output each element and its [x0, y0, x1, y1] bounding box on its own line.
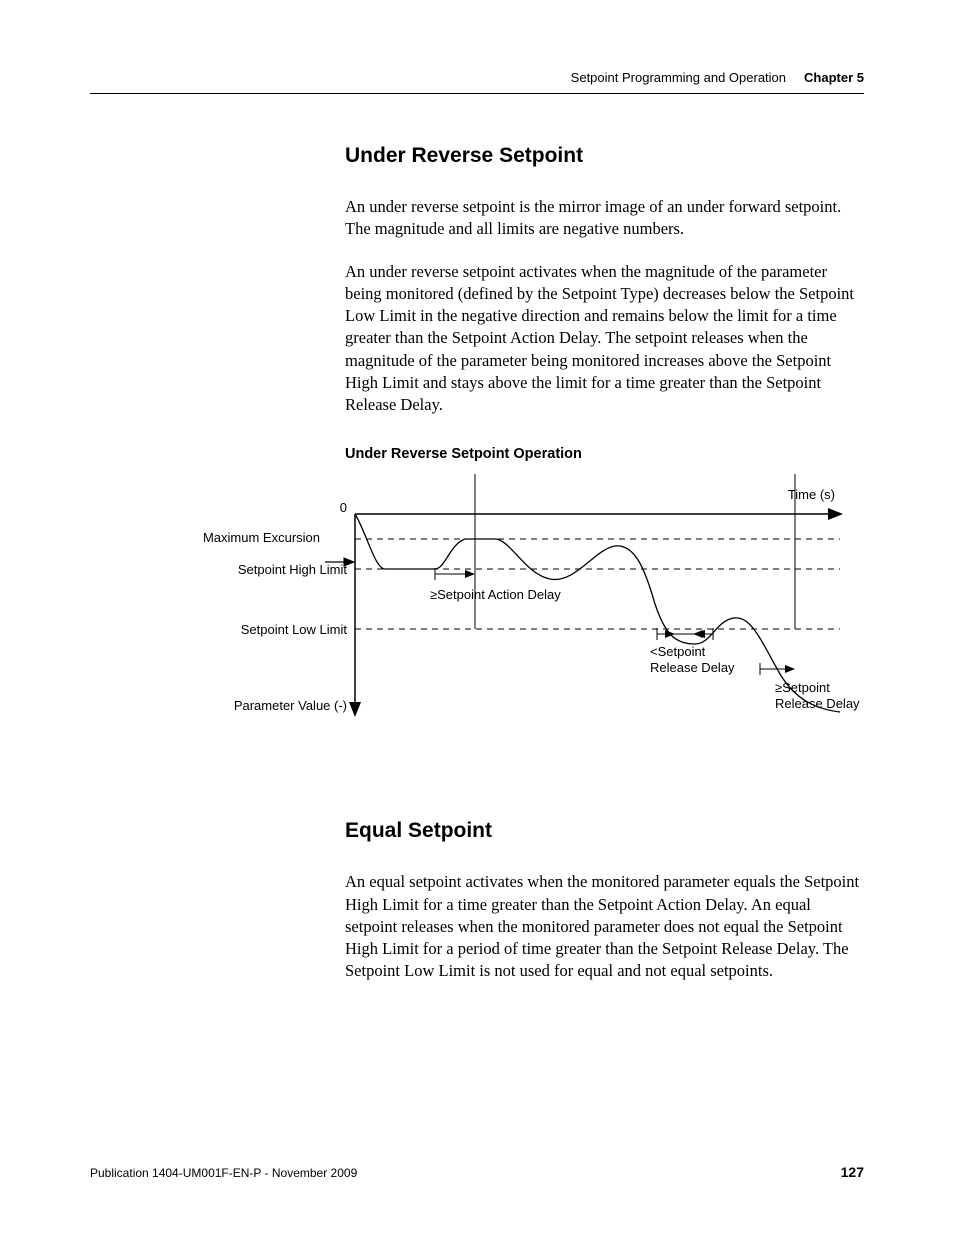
label-parameter-value: Parameter Value (-): [234, 698, 347, 713]
page-footer: Publication 1404-UM001F-EN-P - November …: [90, 1164, 864, 1180]
svg-text:Time (s): Time (s): [788, 487, 835, 502]
label-high-limit: Setpoint High Limit: [238, 562, 347, 577]
header-chapter: Chapter 5: [804, 70, 864, 85]
label-max-excursion: Maximum Excursion: [203, 530, 320, 545]
page-header: Setpoint Programming and Operation Chapt…: [90, 70, 864, 94]
footer-page-number: 127: [841, 1164, 864, 1180]
para-under-reverse-2: An under reverse setpoint activates when…: [345, 261, 864, 417]
footer-publication: Publication 1404-UM001F-EN-P - November …: [90, 1166, 357, 1180]
diagram-under-reverse: Setpoint Activated Setpoint Deactivated …: [95, 474, 875, 749]
label-time: Time (s): [788, 487, 835, 502]
label-lt-release-2: Release Delay: [650, 660, 735, 675]
header-section-title: Setpoint Programming and Operation: [571, 70, 786, 85]
para-equal-setpoint: An equal setpoint activates when the mon…: [345, 871, 864, 982]
label-ge-release-2: Release Delay: [775, 696, 860, 711]
para-under-reverse-1: An under reverse setpoint is the mirror …: [345, 196, 864, 241]
svg-text:≥Setpoint: ≥Setpoint: [775, 680, 830, 695]
svg-text:≥Setpoint Action Delay: ≥Setpoint Action Delay: [430, 587, 561, 602]
section-heading-equal-setpoint: Equal Setpoint: [345, 819, 864, 843]
label-lt-release-1: <Setpoint: [650, 644, 706, 659]
svg-text:<Setpoint: <Setpoint: [650, 644, 706, 659]
label-low-limit: Setpoint Low Limit: [241, 622, 348, 637]
svg-text:Release Delay: Release Delay: [650, 660, 735, 675]
label-action-delay: ≥Setpoint Action Delay: [430, 587, 561, 602]
figure-caption: Under Reverse Setpoint Operation: [345, 446, 864, 462]
svg-text:Parameter Value (-): Parameter Value (-): [234, 698, 347, 713]
label-zero: 0: [340, 500, 347, 515]
svg-text:Setpoint Low Limit: Setpoint Low Limit: [241, 622, 348, 637]
svg-text:0: 0: [340, 500, 347, 515]
label-ge-release-1: ≥Setpoint: [775, 680, 830, 695]
section-heading-under-reverse: Under Reverse Setpoint: [345, 144, 864, 168]
svg-text:Release Delay: Release Delay: [775, 696, 860, 711]
svg-text:Maximum Excursion: Maximum Excursion: [203, 530, 320, 545]
svg-text:Setpoint High Limit: Setpoint High Limit: [238, 562, 347, 577]
